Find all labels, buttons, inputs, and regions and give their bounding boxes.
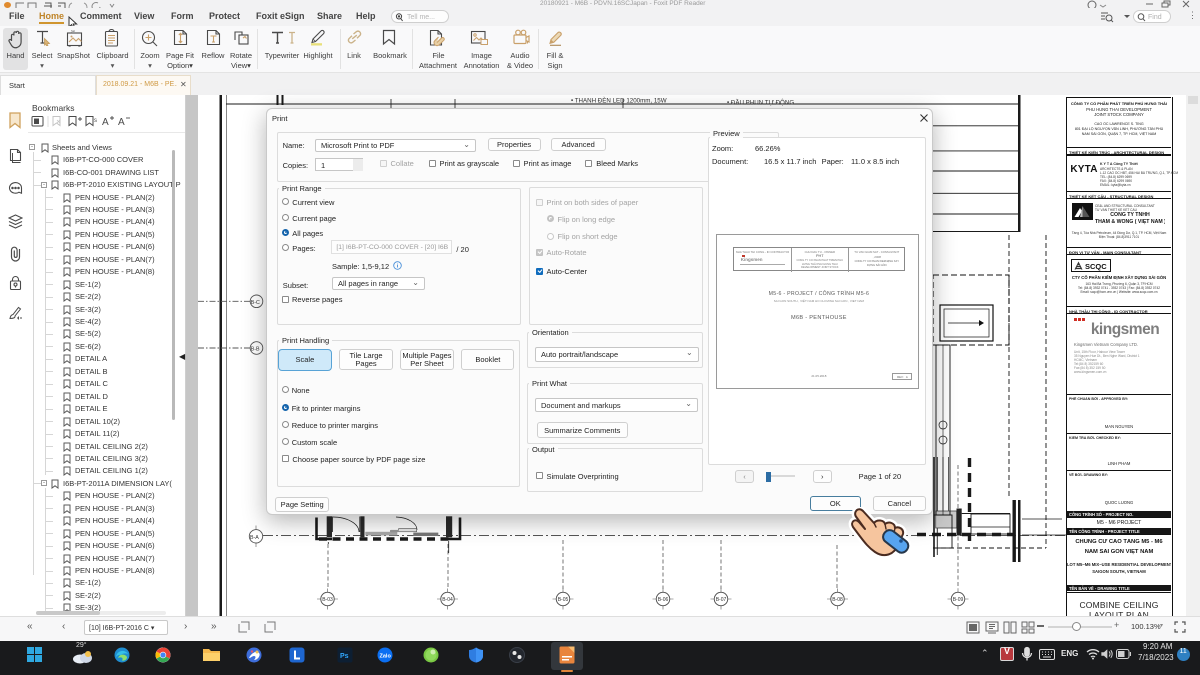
svg-text:B-B: B-B [251, 347, 260, 353]
svg-text:A: A [102, 117, 109, 128]
svg-text:B-09: B-09 [953, 597, 964, 603]
svg-text:✂: ✂ [71, 29, 75, 35]
svg-text:• THANH ĐÈN LED 1200mm, 15W: • THANH ĐÈN LED 1200mm, 15W [571, 98, 667, 105]
svg-text:B-A: B-A [250, 535, 259, 541]
svg-text:B-06: B-06 [658, 597, 669, 603]
svg-text:B-04: B-04 [442, 597, 453, 603]
svg-text:s: s [94, 118, 97, 124]
svg-text:B-07: B-07 [716, 597, 727, 603]
svg-text:• ĐẦU PHUN TỰ ĐỘNG: • ĐẦU PHUN TỰ ĐỘNG [727, 100, 794, 107]
svg-text:A: A [118, 117, 125, 128]
svg-text:B-05: B-05 [558, 597, 569, 603]
svg-text:B-03: B-03 [322, 597, 333, 603]
svg-text:B-08: B-08 [832, 597, 843, 603]
svg-text:B-C: B-C [251, 300, 260, 306]
svg-text:Zalo: Zalo [380, 654, 392, 660]
svg-text:Ps: Ps [340, 653, 349, 660]
